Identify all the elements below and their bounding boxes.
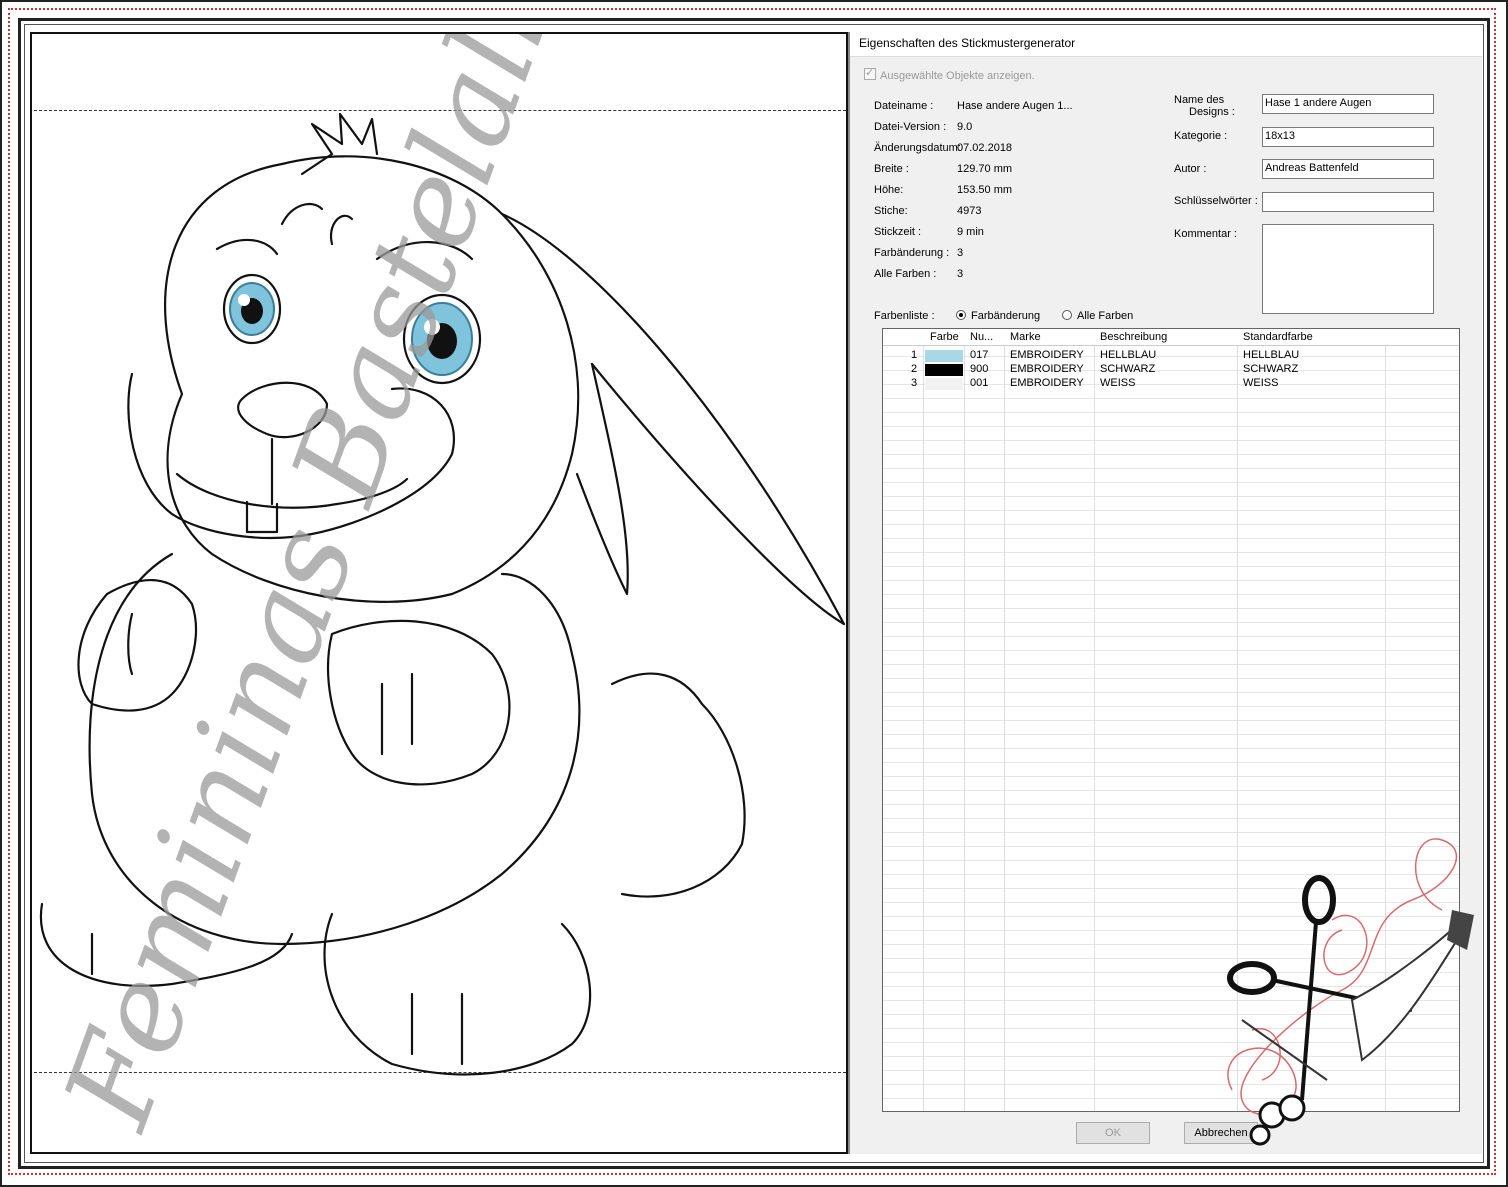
dialog-titlebar: Eigenschaften des Stickmustergenerator <box>850 32 1482 57</box>
row-description: SCHWARZ <box>1100 363 1156 375</box>
header-number[interactable]: Nu... <box>970 331 993 345</box>
sewing-logo-icon <box>1227 838 1474 1146</box>
info-value: 4973 <box>957 205 982 217</box>
info-value: 3 <box>957 268 964 280</box>
eye-left-icon <box>229 282 275 336</box>
row-description: WEISS <box>1100 377 1136 389</box>
row-number: 001 <box>970 377 989 389</box>
info-value: Hase andere Augen 1... <box>957 100 1073 112</box>
comment-textarea[interactable] <box>1262 224 1434 314</box>
design-canvas[interactable]: Femininas Bastelallerlei <box>30 32 848 1154</box>
design-name-label: Name des Designs : <box>1174 94 1235 118</box>
color-list-header: Farbe Nu... Marke Beschreibung Standardf… <box>883 329 1459 346</box>
row-number: 017 <box>970 349 989 361</box>
show-selected-checkbox[interactable]: Ausgewählte Objekte anzeigen. <box>864 66 1035 82</box>
table-row[interactable]: 2 900 EMBROIDERY SCHWARZ SCHWARZ <box>883 363 1459 377</box>
keywords-input[interactable] <box>1262 192 1434 212</box>
colorlist-label: Farbenliste : <box>874 310 935 322</box>
color-swatch <box>925 350 963 362</box>
row-brand: EMBROIDERY <box>1010 363 1084 375</box>
row-standard: HELLBLAU <box>1243 349 1300 361</box>
info-label: Änderungsdatum: <box>874 142 961 154</box>
header-color[interactable]: Farbe <box>930 331 959 345</box>
radio-color-change[interactable]: Farbänderung <box>956 310 1040 322</box>
header-standard[interactable]: Standardfarbe <box>1243 331 1313 345</box>
row-index: 1 <box>911 349 918 361</box>
info-label: Stiche: <box>874 205 908 217</box>
checkbox-icon[interactable] <box>864 66 876 80</box>
radio-all-colors[interactable]: Alle Farben <box>1062 310 1133 322</box>
eye-right-icon <box>411 302 473 376</box>
radio-selected-icon[interactable] <box>956 310 966 320</box>
info-label: Farbänderung : <box>874 247 950 259</box>
info-label: Alle Farben : <box>874 268 937 280</box>
info-value: 129.70 mm <box>957 163 1013 175</box>
comment-label: Kommentar : <box>1174 228 1237 240</box>
info-label: Höhe: <box>874 184 904 196</box>
info-value: 3 <box>957 247 964 259</box>
category-input[interactable]: 18x13 <box>1262 127 1434 147</box>
table-row[interactable]: 1 017 EMBROIDERY HELLBLAU HELLBLAU <box>883 349 1459 363</box>
row-brand: EMBROIDERY <box>1010 349 1084 361</box>
info-value: 9 min <box>957 226 984 238</box>
show-selected-label: Ausgewählte Objekte anzeigen. <box>880 70 1035 82</box>
table-row[interactable]: 3 001 EMBROIDERY WEISS WEISS <box>883 377 1459 391</box>
info-label: Dateiname : <box>874 100 934 112</box>
radio-unselected-icon[interactable] <box>1062 310 1072 320</box>
row-standard: SCHWARZ <box>1243 363 1299 375</box>
info-value: 153.50 mm <box>957 184 1013 196</box>
row-standard: WEISS <box>1243 377 1279 389</box>
dialog-title: Eigenschaften des Stickmustergenerator <box>859 36 1076 50</box>
header-brand[interactable]: Marke <box>1010 331 1041 345</box>
ok-button[interactable]: OK <box>1076 1122 1150 1144</box>
row-number: 900 <box>970 363 989 375</box>
design-name-input[interactable]: Hase 1 andere Augen <box>1262 94 1434 114</box>
row-brand: EMBROIDERY <box>1010 377 1084 389</box>
author-input[interactable]: Andreas Battenfeld <box>1262 159 1434 179</box>
keywords-label: Schlüsselwörter : <box>1174 195 1258 207</box>
category-label: Kategorie : <box>1174 130 1228 142</box>
bunny-embroidery-design[interactable] <box>32 34 846 1152</box>
header-description[interactable]: Beschreibung <box>1100 331 1167 345</box>
info-value: 07.02.2018 <box>957 142 1013 154</box>
author-label: Autor : <box>1174 163 1207 175</box>
info-label: Breite : <box>874 163 909 175</box>
info-label: Stickzeit : <box>874 226 922 238</box>
info-value: 9.0 <box>957 121 973 133</box>
color-swatch <box>925 364 963 376</box>
row-description: HELLBLAU <box>1100 349 1157 361</box>
row-index: 3 <box>911 377 918 389</box>
color-swatch <box>925 378 963 390</box>
info-label: Datei-Version : <box>874 121 947 133</box>
row-index: 2 <box>911 363 918 375</box>
